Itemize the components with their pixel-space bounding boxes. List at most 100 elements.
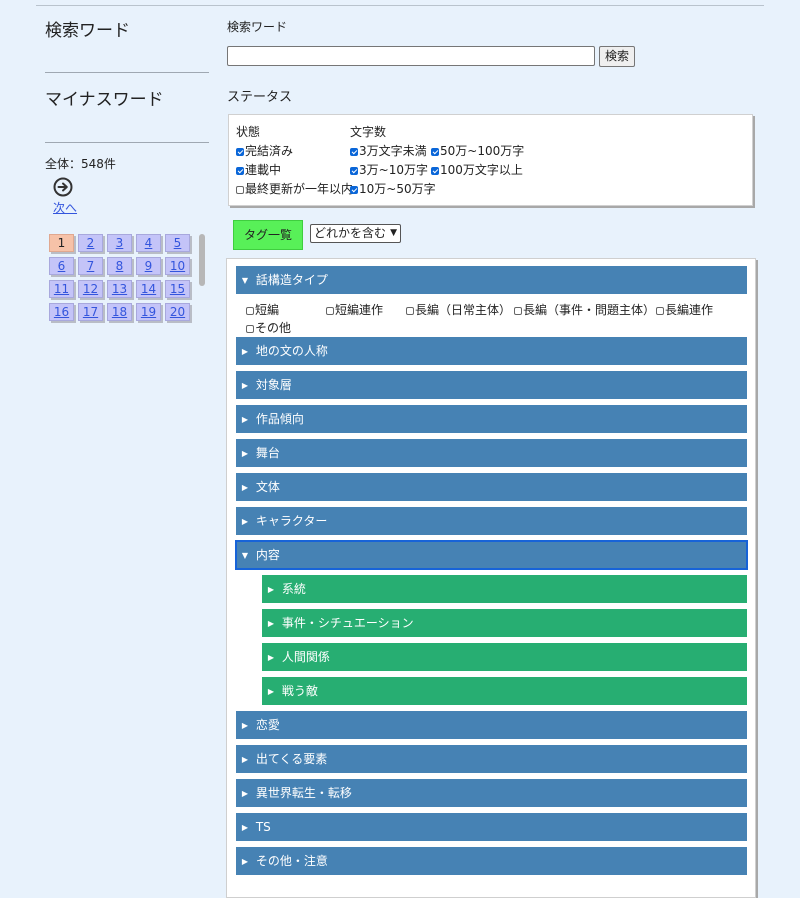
category-bar[interactable]: ▶ 対象層 [236, 371, 747, 399]
checkbox[interactable] [350, 167, 358, 175]
checkbox[interactable] [236, 148, 244, 156]
length-heading: 文字数 [350, 125, 387, 139]
category-bar[interactable]: ▶ 文体 [236, 473, 747, 501]
page-link[interactable]: 12 [78, 280, 103, 298]
triangle-right-icon: ▶ [241, 347, 249, 356]
category-bar[interactable]: ▶ 地の文の人称 [236, 337, 747, 365]
page-link[interactable]: 2 [78, 234, 103, 252]
triangle-right-icon: ▶ [241, 415, 249, 424]
chevron-down-icon: ▼ [390, 228, 398, 238]
page-link[interactable]: 15 [165, 280, 190, 298]
result-count: 全体：548件 [45, 157, 116, 171]
state-option[interactable]: 最終更新が一年以内 [236, 182, 353, 196]
arrow-right-circle-icon[interactable] [53, 177, 73, 197]
checkbox[interactable] [514, 307, 522, 315]
length-option[interactable]: 100万文字以上 [431, 163, 523, 177]
triangle-right-icon: ▶ [241, 721, 249, 730]
sidebar-divider [45, 142, 209, 143]
search-label: 検索ワード [227, 20, 288, 34]
subcategory-bar[interactable]: ▶ 人間関係 [262, 643, 747, 671]
checkbox[interactable] [326, 307, 334, 315]
triangle-down-icon: ▼ [241, 551, 249, 560]
page-link[interactable]: 8 [107, 257, 132, 275]
length-option[interactable]: 50万~100万字 [431, 144, 524, 158]
page-link[interactable]: 14 [136, 280, 161, 298]
page-link[interactable]: 1 [49, 234, 74, 252]
state-heading: 状態 [236, 125, 261, 139]
checkbox[interactable] [656, 307, 664, 315]
page-link[interactable]: 20 [165, 303, 190, 321]
checkbox[interactable] [406, 307, 414, 315]
triangle-right-icon: ▶ [241, 857, 249, 866]
match-mode-value: どれかを含む [314, 226, 387, 240]
subcategory-bar[interactable]: ▶ 系統 [262, 575, 747, 603]
tag-list-button[interactable]: タグ一覧 [233, 220, 303, 250]
pagination-scrollbar[interactable] [199, 234, 205, 286]
triangle-down-icon: ▼ [241, 276, 249, 285]
page-link[interactable]: 4 [136, 234, 161, 252]
page-link[interactable]: 16 [49, 303, 74, 321]
page-link[interactable]: 10 [165, 257, 190, 275]
tag-option[interactable]: 長編連作 [656, 303, 713, 317]
triangle-right-icon: ▶ [267, 653, 275, 662]
sidebar-divider [45, 72, 209, 73]
page-link[interactable]: 7 [78, 257, 103, 275]
top-divider [36, 5, 764, 6]
category-bar[interactable]: ▶ 舞台 [236, 439, 747, 467]
minus-word-heading: マイナスワード [45, 90, 164, 110]
category-bar[interactable]: ▶ 異世界転生・転移 [236, 779, 747, 807]
search-button[interactable]: 検索 [599, 46, 636, 67]
page-link[interactable]: 17 [78, 303, 103, 321]
category-bar[interactable]: ▶ 出てくる要素 [236, 745, 747, 773]
length-option[interactable]: 3万文字未満 [350, 144, 427, 158]
checkbox[interactable] [431, 148, 439, 156]
page-link[interactable]: 5 [165, 234, 190, 252]
status-panel: 状態 文字数 完結済み 連載中 最終更新が一年以内 3万文字未満 50万~100… [228, 114, 753, 206]
category-bar[interactable]: ▶ その他・注意 [236, 847, 747, 875]
page-link[interactable]: 13 [107, 280, 132, 298]
length-option[interactable]: 3万~10万字 [350, 163, 428, 177]
tag-option[interactable]: 長編（日常主体） [406, 303, 511, 317]
pagination: 1 2 3 4 5 6 7 8 9 10 11 12 13 14 15 16 17 18 19 20 [49, 234, 209, 324]
checkbox[interactable] [246, 307, 254, 315]
category-bar[interactable]: ▶ キャラクター [236, 507, 747, 535]
triangle-right-icon: ▶ [241, 381, 249, 390]
page-link[interactable]: 3 [107, 234, 132, 252]
next-page-link[interactable]: 次へ [53, 199, 77, 216]
page-link[interactable]: 18 [107, 303, 132, 321]
triangle-right-icon: ▶ [267, 585, 275, 594]
tag-option[interactable]: 短編連作 [326, 303, 383, 317]
checkbox[interactable] [431, 167, 439, 175]
triangle-right-icon: ▶ [241, 449, 249, 458]
triangle-right-icon: ▶ [267, 687, 275, 696]
page-link[interactable]: 6 [49, 257, 74, 275]
state-option[interactable]: 完結済み [236, 144, 293, 158]
category-bar[interactable]: ▶ TS [236, 813, 747, 841]
page-link[interactable]: 19 [136, 303, 161, 321]
search-word-heading: 検索ワード [45, 21, 130, 41]
checkbox[interactable] [246, 325, 254, 333]
length-option[interactable]: 10万~50万字 [350, 182, 436, 196]
match-mode-select[interactable]: どれかを含む ▼ [310, 224, 402, 243]
tag-option[interactable]: 長編（事件・問題主体） [514, 303, 655, 317]
checkbox[interactable] [350, 186, 358, 194]
triangle-right-icon: ▶ [241, 789, 249, 798]
checkbox[interactable] [350, 148, 358, 156]
category-bar[interactable]: ▶ 恋愛 [236, 711, 747, 739]
tag-option[interactable]: 短編 [246, 303, 279, 317]
checkbox[interactable] [236, 167, 244, 175]
category-bar[interactable]: ▶ 作品傾向 [236, 405, 747, 433]
search-input[interactable] [227, 46, 595, 66]
page-link[interactable]: 9 [136, 257, 161, 275]
status-heading: ステータス [227, 90, 293, 105]
category-bar[interactable]: ▼ 内容 [235, 540, 748, 570]
page-link[interactable]: 11 [49, 280, 74, 298]
subcategory-bar[interactable]: ▶ 戦う敵 [262, 677, 747, 705]
triangle-right-icon: ▶ [241, 823, 249, 832]
subcategory-bar[interactable]: ▶ 事件・シチュエーション [262, 609, 747, 637]
triangle-right-icon: ▶ [267, 619, 275, 628]
category-bar[interactable]: ▼ 話構造タイプ [236, 266, 747, 294]
tag-option[interactable]: その他 [246, 321, 291, 335]
state-option[interactable]: 連載中 [236, 163, 281, 177]
checkbox[interactable] [236, 186, 244, 194]
